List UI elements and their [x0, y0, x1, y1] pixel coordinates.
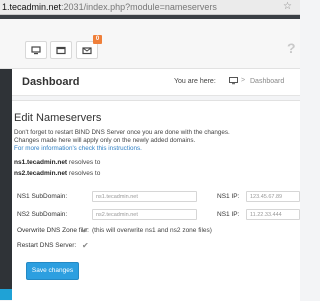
overwrite-zone-note: (this will overwrite ns1 and ns2 zone fi… — [92, 227, 212, 234]
page-header: Dashboard You are here: > Dashboard — [12, 69, 300, 96]
ns2-ip-label: NS1 IP: — [217, 211, 240, 218]
ns2-subdomain-label: NS2 SubDomain: — [17, 211, 68, 218]
panel-title: Edit Nameservers — [14, 112, 102, 124]
url-host: 1.tecadmin.net — [2, 2, 62, 12]
breadcrumb-separator: > — [241, 77, 246, 84]
window-icon — [56, 46, 66, 54]
intro-line-1: Don't forget to restart BIND DNS Server … — [14, 129, 230, 136]
sidebar — [0, 69, 12, 300]
url-path: :2031/index.php?module=nameservers — [61, 2, 217, 12]
window-button[interactable] — [50, 41, 72, 59]
page-title: Dashboard — [22, 76, 80, 88]
sidebar-active-item[interactable] — [0, 289, 12, 300]
mail-button[interactable]: 0 — [76, 35, 102, 59]
ns2-ip-input[interactable]: 11.22.33.444 — [246, 209, 300, 220]
bookmark-star-icon[interactable]: ☆ — [283, 1, 292, 12]
save-changes-button[interactable]: Save changes — [26, 262, 79, 280]
restart-dns-label: Restart DNS Server: — [17, 242, 77, 249]
ns1-resolves-text: ns1.tecadmin.net resolves to — [14, 159, 100, 166]
edit-nameservers-panel: Edit Nameservers Don't forget to restart… — [12, 100, 300, 301]
breadcrumb-dashboard-link[interactable]: Dashboard — [250, 78, 284, 85]
help-icon[interactable]: ? — [287, 41, 297, 55]
monitor-button[interactable] — [25, 41, 47, 59]
dashboard-icon — [229, 77, 238, 85]
ns1-ip-label: NS1 IP: — [217, 193, 240, 200]
ns2-resolves-suffix: resolves to — [67, 170, 101, 177]
icon-toolbar: 0 ? — [0, 19, 300, 69]
ns2-subdomain-input[interactable]: ns2.tecadmin.net — [92, 209, 197, 220]
overwrite-zone-checkbox[interactable]: ✔ — [82, 226, 89, 235]
ns2-host: ns2.tecadmin.net — [14, 170, 68, 177]
instructions-link[interactable]: For more information's check this instru… — [14, 145, 142, 152]
intro-line-2: Changes made here will apply only on the… — [14, 137, 196, 144]
ns1-host: ns1.tecadmin.net — [14, 159, 68, 166]
mail-count-badge: 0 — [93, 35, 102, 44]
ns1-subdomain-input[interactable]: ns1.tecadmin.net — [92, 191, 197, 202]
ns1-ip-input[interactable]: 123.45.67.89 — [246, 191, 300, 202]
ns2-resolves-text: ns2.tecadmin.net resolves to — [14, 170, 100, 177]
breadcrumb-label: You are here: — [174, 78, 216, 85]
restart-dns-checkbox[interactable]: ✔ — [82, 241, 89, 250]
ns1-subdomain-label: NS1 SubDomain: — [17, 193, 68, 200]
overwrite-zone-label: Overwrite DNS Zone file: — [17, 227, 89, 234]
browser-address-bar[interactable]: 1.tecadmin.net:2031/index.php?module=nam… — [0, 0, 300, 15]
monitor-icon — [31, 45, 41, 54]
ns1-resolves-suffix: resolves to — [67, 159, 101, 166]
mail-icon — [82, 46, 92, 54]
